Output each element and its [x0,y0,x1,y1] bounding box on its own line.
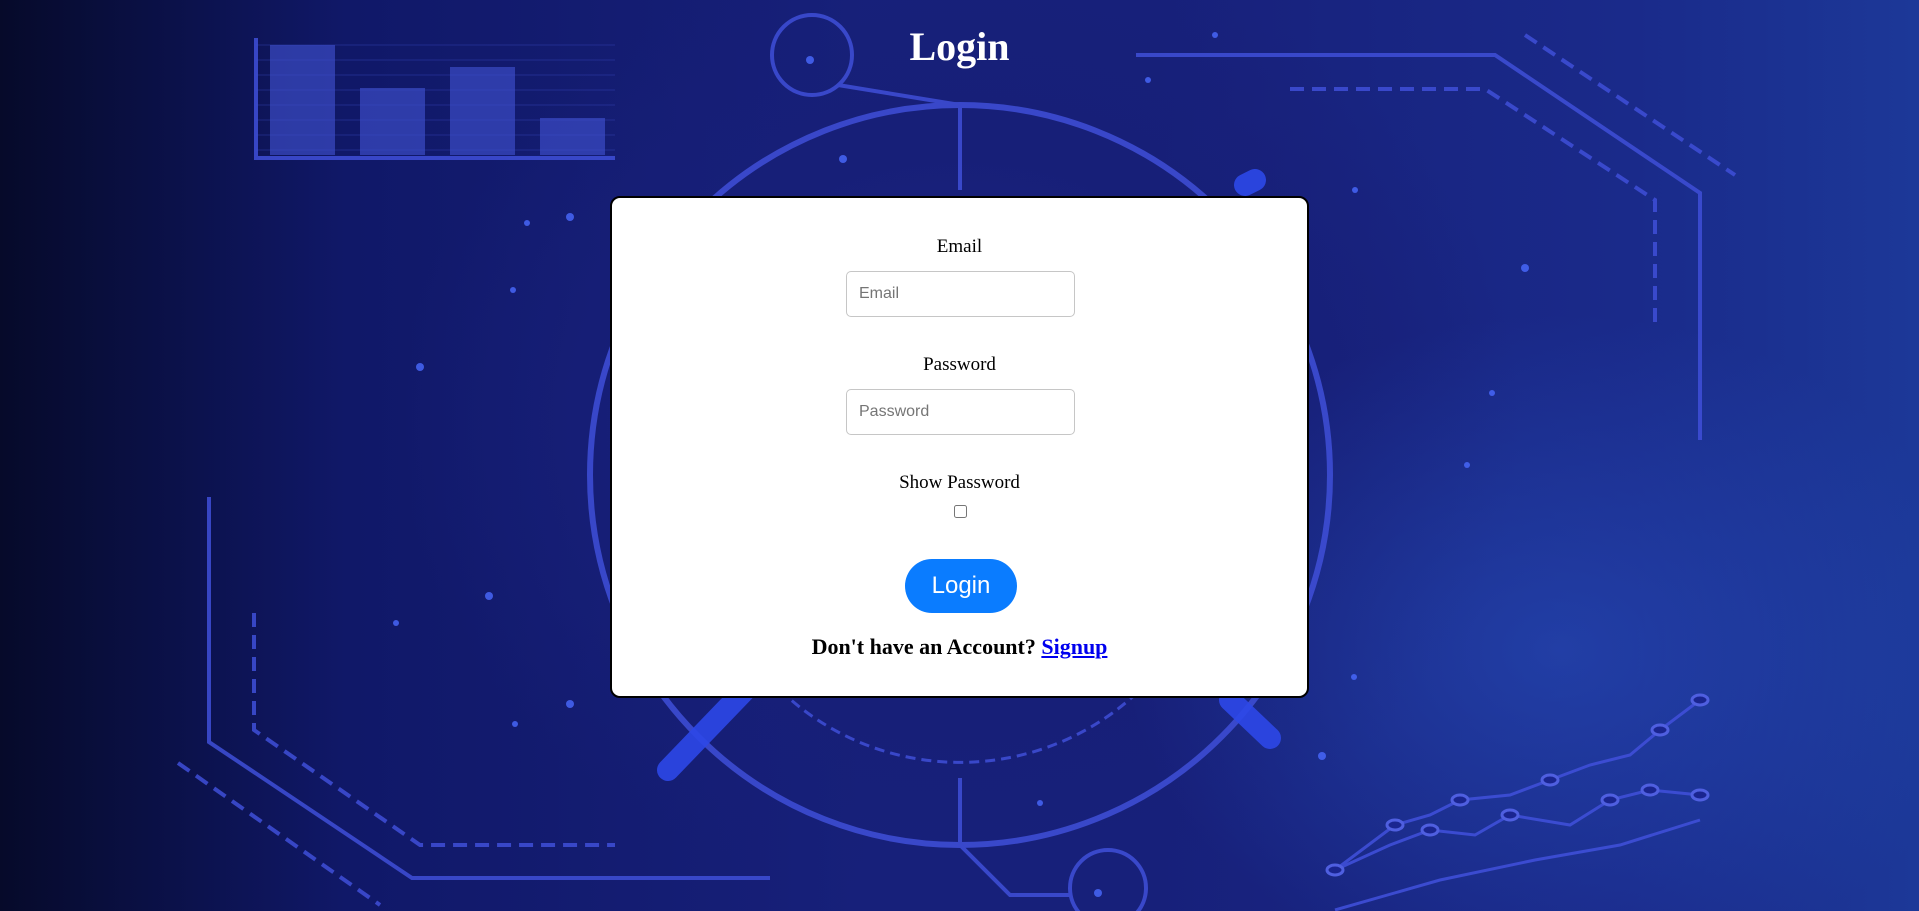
signup-prompt-line: Don't have an Account? Signup [612,634,1307,660]
password-label: Password [923,354,996,375]
email-input[interactable] [846,271,1075,317]
email-label: Email [936,236,983,257]
show-password-checkbox[interactable] [954,505,967,518]
login-form-card: Email Password Show Password Login Don't… [610,196,1309,698]
page-title: Login [909,24,1010,69]
signup-prompt-text: Don't have an Account? [811,634,1036,659]
signup-link[interactable]: Signup [1041,634,1107,659]
show-password-label: Show Password [899,472,1020,493]
login-button[interactable]: Login [905,559,1017,613]
password-input[interactable] [846,389,1075,435]
